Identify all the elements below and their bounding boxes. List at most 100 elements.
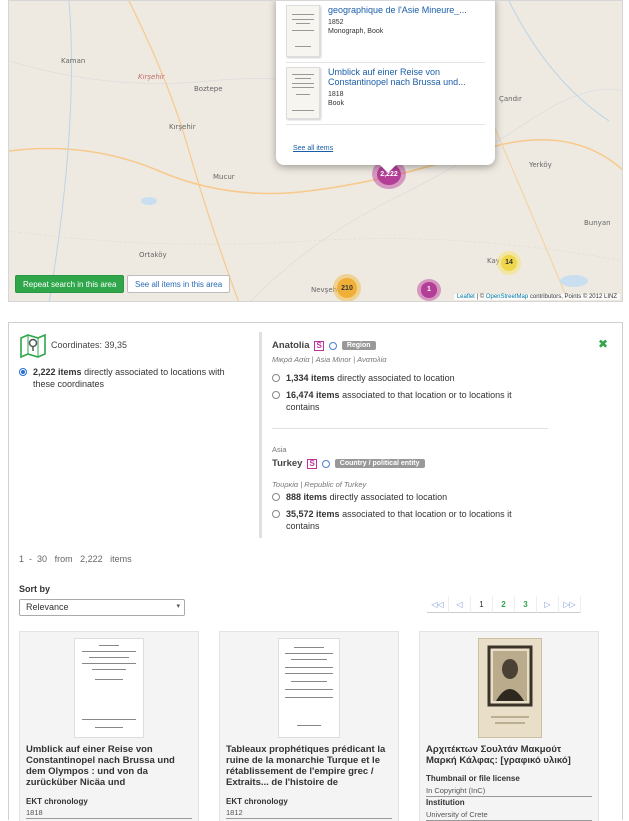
see-all-items-button[interactable]: See all items in this area (127, 275, 231, 293)
page-3-button[interactable]: 3 (515, 596, 537, 613)
divider (272, 428, 548, 429)
location-items-option[interactable]: 888 items directly associated to locatio… (272, 491, 542, 503)
schema-icon[interactable]: S (307, 458, 317, 469)
popup-item-type: Book (328, 100, 344, 107)
map-view[interactable]: Kırşehir Kaman Boztepe Kırşehir Mucur Or… (8, 0, 623, 302)
popup-item[interactable]: geographique de l'Asie Mineure_... 1852 M… (286, 1, 485, 63)
location-name[interactable]: Anatolia (272, 340, 309, 351)
prev-page-button[interactable]: ◁ (449, 596, 471, 613)
map-cluster-marker[interactable]: 14 (497, 251, 521, 275)
card-title[interactable]: Αρχιτέκτων Σουλτάν Μακμούτ Μαρκή Κάλφας:… (426, 744, 592, 766)
attribution-separator: | © (476, 294, 485, 300)
map-town-label: Bunyan (584, 219, 611, 227)
item-count: 888 (286, 492, 302, 502)
item-count: 2,222 (33, 367, 56, 377)
items-word: items (316, 509, 340, 519)
card-thumbnail[interactable] (74, 638, 144, 738)
map-cluster-marker[interactable]: 1 (417, 279, 441, 301)
popup-item[interactable]: Umblick auf einer Reise von Constantinop… (286, 63, 485, 125)
field-value: 1818 (26, 808, 192, 819)
items-word: items (311, 373, 335, 383)
repeat-search-button[interactable]: Repeat search in this area (15, 275, 125, 293)
attribution-text: contributors, Points © 2012 LINZ (529, 294, 617, 300)
location-list: Anatolia S Region Μικρά Ασία | Asia Mino… (259, 332, 549, 538)
radio-button[interactable] (272, 374, 280, 382)
field-label: EKT chronology (26, 797, 88, 806)
see-all-items-link[interactable]: See all items (293, 145, 333, 152)
map-town-label: Kırşehir (169, 123, 196, 131)
card-thumbnail[interactable] (278, 638, 340, 738)
card-title[interactable]: Umblick auf einer Reise von Constantinop… (26, 744, 192, 788)
page-1-button[interactable]: 1 (471, 596, 493, 613)
result-card[interactable]: Tableaux prophétiques prédicant la ruine… (219, 631, 399, 821)
location-info-panel: Coordinates: 39,35 2,222 items directly … (8, 322, 623, 821)
location-items-option[interactable]: 1,334 items directly associated to locat… (272, 372, 542, 384)
range-from: from (54, 554, 73, 564)
globe-icon[interactable] (321, 459, 330, 468)
coordinates-items-option[interactable]: 2,222 items directly associated to locat… (19, 366, 247, 390)
book-thumbnail[interactable] (286, 5, 320, 57)
location-header: Anatolia S Region (272, 340, 549, 351)
items-word: items (110, 554, 132, 564)
map-town-label: Kırşehir (138, 73, 165, 81)
field-value: In Copyright (InC) (426, 786, 592, 797)
globe-icon[interactable] (328, 341, 337, 350)
option-text: directly associated to location (329, 492, 448, 502)
map-town-label: Yerköy (529, 161, 552, 169)
range-end: 30 (37, 554, 48, 564)
field-value: University of Crete (426, 810, 592, 821)
popup-item-year: 1852 (328, 19, 344, 26)
result-card[interactable]: Umblick auf einer Reise von Constantinop… (19, 631, 199, 821)
field-label: Thumbnail or file license (426, 774, 520, 783)
sort-label: Sort by (19, 584, 51, 594)
radio-button[interactable] (272, 493, 280, 501)
map-town-label: Kaman (61, 57, 86, 65)
field-value: 1812 (226, 808, 392, 819)
popup-item-title[interactable]: geographique de l'Asie Mineure_... (328, 5, 467, 15)
schema-icon[interactable]: S (314, 340, 324, 351)
book-thumbnail[interactable] (286, 67, 320, 119)
leaflet-link[interactable]: Leaflet (457, 294, 475, 300)
card-thumbnail[interactable] (478, 638, 542, 738)
items-word: items (303, 492, 328, 502)
last-page-button[interactable]: ▷▷ (559, 596, 581, 613)
map-town-label: Boztepe (194, 85, 223, 93)
result-card[interactable]: Αρχιτέκτων Σουλτάν Μακμούτ Μαρκή Κάλφας:… (419, 631, 599, 821)
field-label: Institution (426, 798, 465, 807)
location-name[interactable]: Turkey (272, 458, 302, 469)
total-count: 2,222 (80, 554, 103, 564)
location-alt-names: Μικρά Ασία | Asia Minor | Ανατολία (272, 355, 387, 364)
map-attribution: Leaflet | © OpenStreetMap contributors, … (453, 294, 620, 300)
range-start: 1 (19, 554, 25, 564)
location-header: Turkey S Country / political entity (272, 458, 425, 469)
location-type-badge: Country / political entity (334, 459, 425, 468)
openstreetmap-link[interactable]: OpenStreetMap (486, 294, 528, 300)
location-items-option[interactable]: 16,474 items associated to that location… (272, 389, 542, 413)
page-2-button[interactable]: 2 (493, 596, 515, 613)
sort-dropdown[interactable]: Relevance (19, 599, 185, 616)
map-pin-icon (20, 333, 46, 358)
card-title[interactable]: Tableaux prophétiques prédicant la ruine… (226, 744, 392, 788)
map-cluster-marker[interactable]: 210 (333, 274, 361, 301)
portrait-image (487, 645, 533, 724)
location-alt-names: Τουρκία | Republic of Turkey (272, 480, 367, 489)
item-count: 35,572 (286, 509, 314, 519)
option-text: directly associated to location (337, 373, 455, 383)
popup-item-year: 1818 (328, 91, 344, 98)
location-type-badge: Region (341, 341, 376, 350)
coordinates-label: Coordinates: 39,35 (51, 340, 128, 350)
pagination: ◁◁ ◁ 1 2 3 ▷ ▷▷ (427, 596, 581, 613)
items-word: items (316, 390, 340, 400)
radio-button[interactable] (272, 391, 280, 399)
items-word: items (58, 367, 82, 377)
parent-location: Asia (272, 445, 287, 454)
radio-button[interactable] (19, 368, 27, 376)
field-label: EKT chronology (226, 797, 288, 806)
radio-button[interactable] (272, 510, 280, 518)
close-icon[interactable]: ✖ (598, 337, 608, 351)
location-items-option[interactable]: 35,572 items associated to that location… (272, 508, 542, 532)
popup-item-title[interactable]: Umblick auf einer Reise von Constantinop… (328, 67, 485, 87)
map-town-label: Mucur (213, 173, 235, 181)
next-page-button[interactable]: ▷ (537, 596, 559, 613)
first-page-button[interactable]: ◁◁ (427, 596, 449, 613)
